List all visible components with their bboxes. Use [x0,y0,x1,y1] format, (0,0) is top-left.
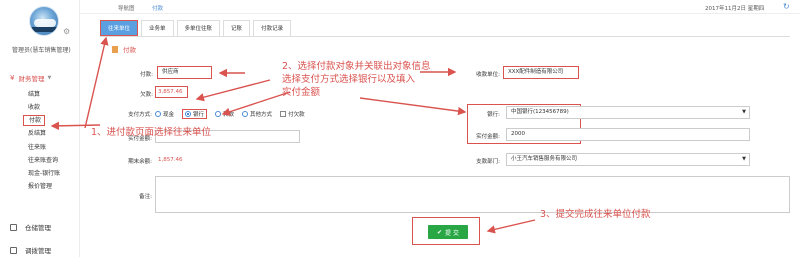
chevron-down-icon: ▼ [742,156,746,162]
balance-value: 1,857.46 [158,157,183,163]
gear-icon[interactable]: ⚙ [63,28,71,36]
refresh-icon[interactable]: ↻ [783,2,790,11]
annotation-step2-line3: 实付金额 [282,87,321,98]
pay-debt-checkbox[interactable]: 付欠款 [280,110,305,118]
transfer-icon [10,246,17,254]
bank-label: 银行: [487,112,500,118]
payment-method-group: 现金 银行 转款 其他方式 付欠款 [155,109,305,119]
radio-transfer[interactable]: 转款 [215,110,234,118]
annotation-step3: 3、提交完成往来单位付款 [540,209,651,220]
note-textarea[interactable] [155,176,790,213]
submit-button[interactable]: ✔ 提 交 [428,225,468,239]
breadcrumb-nav-map[interactable]: 导航图 [118,4,135,12]
sidebar-item-cash-bank[interactable]: 现金-银行账 [23,167,75,180]
submit-label: 提 交 [445,229,459,237]
payee-field[interactable]: 供应商 [157,66,212,79]
amount-input[interactable]: 2000 [506,128,750,141]
document-icon [112,45,118,53]
annotation-step2-line1: 2、选择付款对象并关联出对象信息 [282,61,431,72]
debt-label: 欠款: [140,92,153,98]
chevron-down-icon: ▼ [742,109,746,115]
sidebar-item-label: 调拨管理 [25,247,51,255]
sidebar-item-accounts-query[interactable]: 往来账查询 [23,154,75,167]
sidebar-group-label: 财务管理 [18,75,45,83]
top-bar: 导航图 付款 2017年11月2日 星期四 ↻ [80,0,800,14]
yen-icon: ¥ [10,74,15,82]
radio-cash[interactable]: 现金 [155,110,174,118]
tab-divider [100,36,790,37]
bank-select-value: 中国银行(123456789) [511,109,569,115]
sidebar-item-transfer[interactable]: 调拨管理 [10,245,51,255]
balance-label: 期末余额: [128,159,152,165]
annotation-step2-line2: 选择支付方式选择银行以及填入 [282,74,416,85]
tab-bookkeeping[interactable]: 记账 [223,20,251,36]
sidebar-item-settle[interactable]: 结算 [23,88,75,101]
chevron-down-icon: ▼ [47,75,52,81]
dept-select[interactable]: 小王汽车销售服务有限公司 ▼ [506,153,750,166]
bank-select[interactable]: 中国银行(123456789) ▼ [506,106,750,119]
payment-method-label: 支付方式: [128,112,152,118]
avatar [29,6,59,36]
sidebar-item-label: 仓储管理 [25,224,51,232]
sidebar-item-quote[interactable]: 报价管理 [23,180,75,193]
debt-value: 3,857.46 [158,89,183,95]
tab-partner[interactable]: 往来单位 [100,20,139,36]
amount-label: 实付金额: [476,134,500,140]
check-icon: ✔ [437,228,443,236]
tab-payment-records[interactable]: 付款记录 [253,20,292,36]
sidebar-item-warehouse[interactable]: 仓储管理 [10,222,51,232]
tab-business-order[interactable]: 业务单 [141,20,174,36]
sidebar: ⚙ 管理员(慧车销售管理) ¥ 财务管理 ▼ 结算 收款 付款 反结算 往来账 … [0,0,80,257]
radio-bank[interactable]: 银行 [182,109,208,119]
dept-select-value: 小王汽车销售服务有限公司 [511,156,578,162]
sidebar-submenu: 结算 收款 付款 反结算 往来账 往来账查询 现金-银行账 报价管理 [23,88,75,193]
payee-unit-field[interactable]: XXX配件制造有限公司 [503,66,579,79]
radio-other[interactable]: 其他方式 [242,110,272,118]
tab-bar: 往来单位 业务单 多单位往账 记账 付款记录 [100,20,294,36]
sidebar-item-unsettle[interactable]: 反结算 [23,127,75,140]
section-title: 付款 [112,44,136,54]
payee-label: 付款: [140,72,153,78]
sidebar-group-finance[interactable]: ¥ 财务管理 ▼ [10,73,51,83]
sidebar-item-accounts[interactable]: 往来账 [23,141,75,154]
sidebar-item-receive[interactable]: 收款 [23,101,75,114]
annotation-step1: 1、进付款页面选择往来单位 [91,127,212,138]
breadcrumb-pay[interactable]: 付款 [152,4,163,12]
tab-multi-unit[interactable]: 多单位往账 [176,20,221,36]
sidebar-item-pay[interactable]: 付款 [23,115,45,127]
date-time: 2017年11月2日 星期四 [705,6,765,12]
section-title-text: 付款 [123,46,136,54]
payee-unit-label: 收款单位: [476,72,500,78]
note-label: 备注: [139,194,152,200]
dept-label: 支款部门: [476,159,500,165]
database-icon [10,223,17,231]
user-name: 管理员(慧车销售管理) [12,47,71,54]
